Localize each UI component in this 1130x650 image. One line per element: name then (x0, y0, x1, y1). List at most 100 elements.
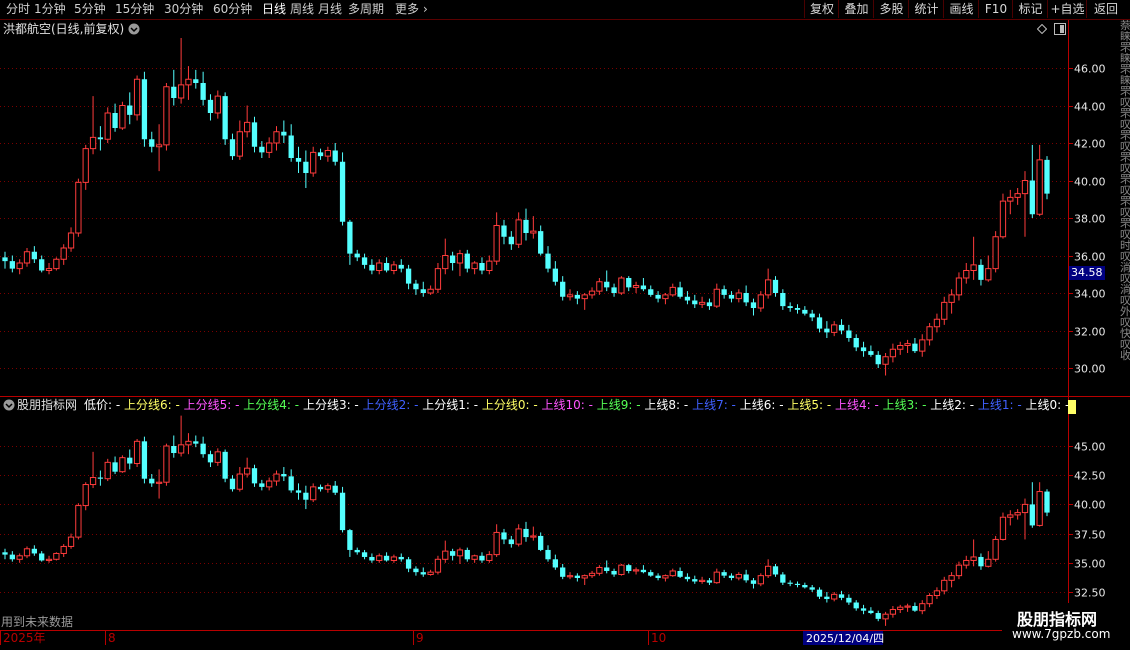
ind-candle-body (244, 467, 251, 475)
legend-item: 上线7: - (692, 398, 740, 412)
ind-candle-body (545, 549, 551, 560)
main-candle-body (155, 144, 163, 148)
main-candle-body (757, 294, 764, 309)
ind-candle-body (332, 485, 338, 493)
main-candle-body (794, 308, 801, 310)
ind-candle-body (574, 575, 581, 578)
ind-candle-body (662, 575, 669, 579)
legend-scroll-marker-icon[interactable] (1068, 400, 1076, 414)
ind-candle-body (82, 484, 89, 507)
indicator-dropdown-icon[interactable] (3, 399, 15, 411)
future-data-note: 用到未来数据 (1, 615, 74, 629)
main-candle-body (471, 262, 478, 270)
ind-candle-body (728, 575, 735, 578)
ind-candle-body (904, 605, 911, 608)
main-candle-body (45, 268, 53, 271)
ind-candle-body (978, 556, 984, 567)
ind-candle-body (860, 608, 867, 611)
ind-candle-body (493, 531, 500, 556)
ind-candle-body (281, 474, 287, 477)
legend-item: 上分线1: - (422, 398, 482, 412)
ind-candle-body (566, 575, 574, 578)
ind-candle-body (941, 579, 948, 592)
main-candle-body (1007, 196, 1014, 202)
main-candle-body (545, 253, 551, 269)
ind-tick-label: 42.50 (1074, 470, 1106, 483)
main-candle-body (648, 289, 654, 295)
main-candle-body (185, 78, 192, 86)
ind-candle-body (324, 485, 332, 490)
main-tick-label: 38.00 (1074, 213, 1106, 226)
main-candle-body (523, 219, 529, 233)
ind-candle-body (501, 532, 507, 540)
main-candle-body (772, 279, 779, 293)
ind-candle-body (735, 573, 742, 579)
main-candle-body (112, 113, 118, 128)
main-candle-body (904, 343, 911, 346)
ind-candle-body (251, 468, 258, 484)
ind-candle-body (669, 570, 676, 577)
main-candle-body (464, 253, 470, 269)
main-candle-body (780, 293, 786, 307)
ind-candle-body (31, 548, 37, 554)
panel-toggle-icon[interactable] (1054, 23, 1066, 35)
main-tick-label: 42.00 (1074, 138, 1106, 151)
ind-candle-body (588, 572, 596, 577)
main-candle-body (765, 279, 772, 296)
ind-candle-body (67, 536, 75, 547)
ind-candle-body (471, 555, 478, 560)
legend-item: 上线4: - (834, 398, 883, 412)
kline-chart[interactable]: 30.00 32.00 34.00 36.00 38.00 40.00 42.00 44.00… (0, 0, 1130, 650)
main-candle-body (574, 294, 581, 299)
main-candle-body (846, 330, 852, 338)
legend-item: 低价: - (84, 398, 125, 412)
main-candle-body (875, 354, 881, 365)
main-candle-body (295, 158, 302, 162)
ind-candle-body (398, 556, 404, 560)
main-candle-body (60, 247, 67, 260)
main-tick-label: 44.00 (1074, 101, 1106, 114)
time-axis-month: 10 (651, 631, 666, 645)
ind-candle-body (853, 602, 859, 609)
main-candle-body (163, 86, 170, 146)
main-candle-body (177, 84, 185, 99)
dropdown-circle-icon[interactable] (128, 23, 140, 35)
main-candle-body (604, 281, 610, 288)
main-candle-body (992, 236, 999, 270)
main-candle-body (486, 260, 493, 271)
main-candle-body (566, 294, 574, 298)
legend-item: 上线8: - (644, 398, 693, 412)
main-candle-body (288, 135, 294, 158)
ind-candle-body (560, 567, 566, 577)
main-candle-body (244, 121, 251, 133)
ind-candle-body (155, 481, 163, 484)
main-candle-body (398, 264, 404, 269)
main-candle-body (985, 268, 992, 281)
main-candle-body (89, 136, 97, 150)
ind-candle-body (632, 569, 640, 572)
main-candle-body (67, 232, 75, 249)
ind-candle-body (39, 553, 45, 561)
main-candle-body (750, 302, 757, 308)
ind-candle-body (149, 478, 155, 484)
main-candle-body (999, 200, 1007, 238)
ind-candle-body (104, 461, 111, 480)
main-candle-body (860, 347, 867, 352)
ind-candle-body (757, 575, 764, 585)
main-candle-body (214, 95, 221, 114)
legend-item: 上线9: - (596, 398, 645, 412)
main-candle-body (171, 86, 177, 98)
indicator-name[interactable]: 股朋指标网 (17, 398, 77, 412)
main-candle-body (692, 300, 698, 305)
ind-candle-body (912, 606, 918, 611)
main-candle-body (669, 286, 676, 296)
diamond-icon[interactable] (1037, 24, 1047, 34)
ind-candle-body (112, 462, 118, 472)
ind-candle-body (677, 570, 683, 577)
ind-candle-body (882, 613, 889, 620)
ind-candle-body (948, 575, 955, 581)
main-candle-body (611, 287, 617, 293)
ind-candle-body (604, 567, 610, 571)
main-candle-body (941, 301, 948, 320)
main-candle-body (926, 326, 933, 341)
